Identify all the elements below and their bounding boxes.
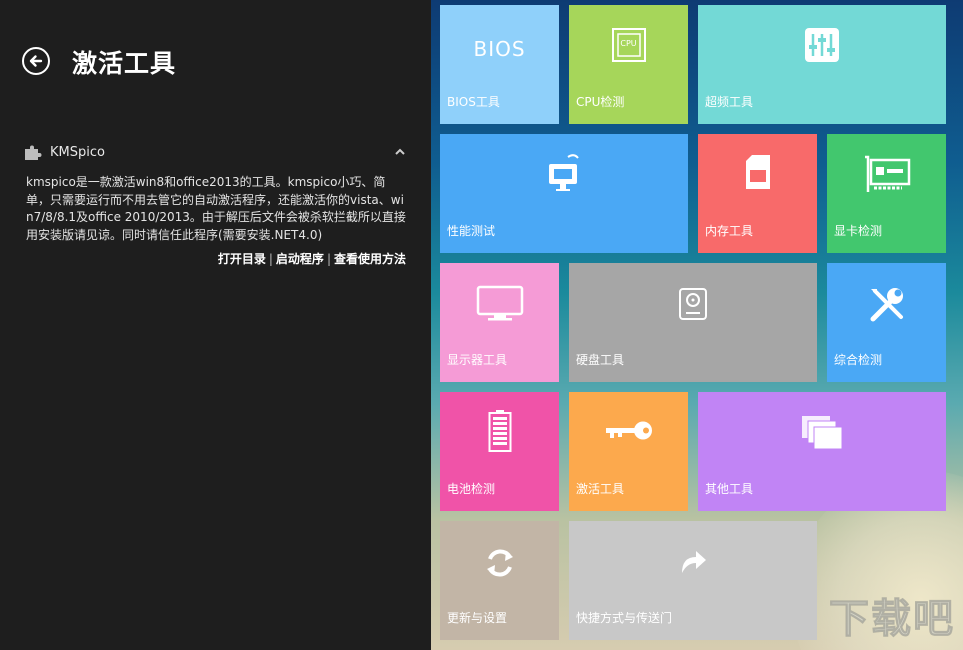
launch-program-link[interactable]: 启动程序 (276, 252, 324, 266)
tile-label: 电池检测 (447, 482, 496, 496)
key-icon (604, 420, 654, 442)
view-usage-link[interactable]: 查看使用方法 (334, 252, 406, 266)
page-title: 激活工具 (72, 49, 177, 78)
battery-icon (488, 410, 512, 452)
tile-label: 综合检测 (834, 353, 883, 367)
tile-battery-check[interactable]: 电池检测 (440, 392, 559, 511)
cpu-icon: CPU (611, 27, 647, 63)
sd-card-icon (745, 154, 771, 190)
puzzle-icon (25, 145, 42, 160)
watermark-logo: 下载吧 (829, 596, 955, 643)
tile-label: 更新与设置 (447, 611, 508, 625)
tile-overclock-tools[interactable]: 超频工具 (698, 5, 946, 124)
open-folder-link[interactable]: 打开目录 (218, 252, 266, 266)
monitor-chart-icon (544, 154, 584, 192)
tile-update-settings[interactable]: 更新与设置 (440, 521, 559, 640)
refresh-icon (482, 545, 518, 581)
display-icon (476, 285, 524, 321)
tile-label: 显示器工具 (447, 353, 508, 367)
tile-disk-tools[interactable]: 硬盘工具 (569, 263, 817, 382)
tile-cpu-check[interactable]: CPU CPU检测 (569, 5, 688, 124)
tile-label: 激活工具 (576, 482, 625, 496)
tile-bios-tools[interactable]: BIOS BIOS工具 (440, 5, 559, 124)
graphics-card-icon (862, 154, 912, 194)
item-name: KMSpico (50, 145, 105, 160)
tile-label: 内存工具 (705, 224, 754, 238)
tile-comprehensive-check[interactable]: 综合检测 (827, 263, 946, 382)
tile-memory-tools[interactable]: 内存工具 (698, 134, 817, 253)
share-arrow-icon (676, 543, 710, 577)
tile-graphics-check[interactable]: 显卡检测 (827, 134, 946, 253)
tile-label: BIOS工具 (447, 95, 500, 109)
tile-grid: BIOS BIOS工具 CPU CPU检测 超频工具 性能测试 内存工具 显卡检… (431, 0, 963, 650)
hard-disk-icon (678, 287, 708, 321)
windows-stack-icon (800, 414, 844, 452)
tile-other-tools[interactable]: 其他工具 (698, 392, 946, 511)
tile-activation-tools[interactable]: 激活工具 (569, 392, 688, 511)
tile-label: 硬盘工具 (576, 353, 625, 367)
bios-text-icon: BIOS (473, 37, 526, 61)
tile-label: 其他工具 (705, 482, 754, 496)
tile-shortcuts-portal[interactable]: 快捷方式与传送门 (569, 521, 817, 640)
tile-label: 快捷方式与传送门 (576, 611, 673, 625)
tile-label: CPU检测 (576, 95, 625, 109)
tile-performance-test[interactable]: 性能测试 (440, 134, 688, 253)
tools-icon (867, 285, 907, 325)
arrow-left-icon (29, 55, 43, 67)
equalizer-icon (804, 27, 840, 63)
tile-label: 超频工具 (705, 95, 754, 109)
back-button[interactable] (22, 47, 50, 75)
app-window: 激活工具 KMSpico kmspico是一款激活win8和office2013… (0, 0, 963, 650)
chevron-up-icon[interactable] (394, 147, 406, 157)
action-links: 打开目录 | 启动程序 | 查看使用方法 (217, 252, 406, 266)
item-description: kmspico是一款激活win8和office2013的工具。kmspico小巧… (26, 175, 406, 242)
detail-panel: 激活工具 KMSpico kmspico是一款激活win8和office2013… (0, 0, 431, 650)
tile-label: 性能测试 (447, 224, 496, 238)
tile-display-tools[interactable]: 显示器工具 (440, 263, 559, 382)
tile-label: 显卡检测 (834, 224, 883, 238)
